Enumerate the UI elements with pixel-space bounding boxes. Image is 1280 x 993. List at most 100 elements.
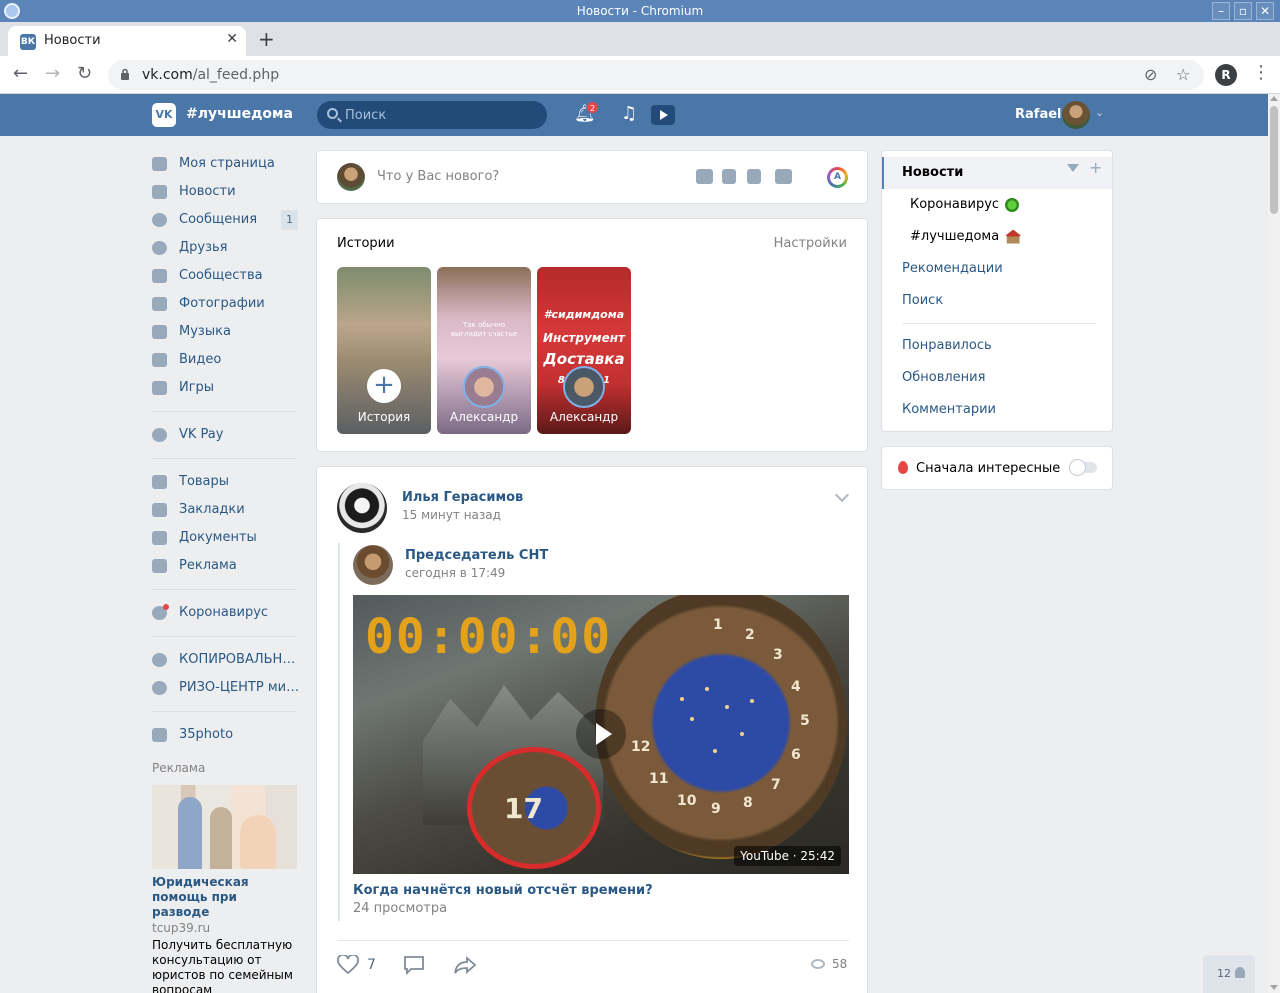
rmenu-item-label: Новости: [902, 165, 964, 180]
tab-close-icon[interactable]: ✕: [226, 31, 238, 47]
rmenu-item-updates[interactable]: Обновления: [882, 362, 1112, 394]
sidebar-item-label: Документы: [179, 530, 257, 545]
story-item[interactable]: #сидимдома Инструмент Доставка 89 021 Ал…: [537, 267, 631, 434]
scroll-down-arrow-icon[interactable]: [1270, 985, 1278, 990]
sidebar-item-video[interactable]: Видео: [150, 346, 302, 374]
rmenu-item-news[interactable]: Новости: [882, 157, 1112, 189]
back-icon[interactable]: ←: [13, 63, 28, 84]
sidebar-item-market[interactable]: Товары: [150, 468, 302, 496]
maximize-button[interactable]: ▫: [1234, 2, 1252, 20]
forward-icon[interactable]: →: [45, 63, 60, 84]
chat-count: 12: [1217, 967, 1231, 980]
briefcase-icon: [152, 728, 167, 742]
story-item[interactable]: + История: [337, 267, 431, 434]
play-video-icon[interactable]: [576, 709, 626, 759]
text-format-icon[interactable]: [775, 169, 792, 184]
header-avatar[interactable]: [1062, 101, 1090, 129]
translate-blocked-icon[interactable]: ⊘: [1144, 65, 1157, 84]
color-palette-icon[interactable]: A: [827, 167, 848, 188]
sidebar-item-communities[interactable]: Сообщества: [150, 262, 302, 290]
sidebar-item-app[interactable]: 35photo: [150, 721, 302, 749]
play-icon[interactable]: [651, 105, 675, 125]
heart-icon[interactable]: [337, 955, 359, 975]
post-author-avatar[interactable]: [337, 483, 387, 533]
camera-icon[interactable]: [696, 169, 713, 184]
header-user-name[interactable]: Rafael: [1015, 107, 1061, 122]
sidebar-item-label: Друзья: [179, 240, 228, 255]
reload-icon[interactable]: ↻: [77, 63, 92, 84]
rmenu-item-hashtag[interactable]: #лучшедома: [882, 221, 1112, 253]
add-story-icon[interactable]: +: [367, 369, 401, 403]
rmenu-item-search[interactable]: Поиск: [882, 285, 1112, 317]
comment-icon[interactable]: [403, 955, 425, 975]
add-icon[interactable]: +: [1089, 158, 1102, 177]
browser-tab[interactable]: ВК Новости ✕: [8, 26, 246, 56]
documents-icon: [152, 531, 167, 545]
sidebar-item-messages[interactable]: Сообщения 1: [150, 206, 302, 234]
ad-image[interactable]: [152, 785, 297, 869]
scroll-up-arrow-icon[interactable]: [1270, 96, 1278, 101]
sidebar-item-my-page[interactable]: Моя страница: [150, 150, 302, 178]
sidebar-item-ads[interactable]: Реклама: [150, 552, 302, 580]
share-icon[interactable]: [453, 955, 477, 975]
sidebar-item-vk-pay[interactable]: VK Pay: [150, 421, 302, 449]
composer-input[interactable]: Что у Вас нового?: [377, 169, 499, 184]
sidebar-item-photos[interactable]: Фотографии: [150, 290, 302, 318]
sidebar-item-documents[interactable]: Документы: [150, 524, 302, 552]
repost-author[interactable]: Председатель СНТ: [405, 548, 548, 563]
story-item[interactable]: Так обычно выглядит счастье Александр: [437, 267, 531, 434]
address-bar[interactable]: vk.com/al_feed.php ⊘ ☆: [108, 60, 1204, 90]
sidebar-item-label: Фотографии: [179, 296, 265, 311]
communities-icon: [152, 269, 167, 283]
post-author[interactable]: Илья Герасимов: [402, 490, 523, 505]
stories-block: Истории Настройки + История Так обычно в…: [316, 218, 868, 452]
sidebar-item-games[interactable]: Игры: [150, 374, 302, 402]
profile-avatar-button[interactable]: R: [1215, 64, 1237, 86]
filter-icon[interactable]: [1067, 164, 1079, 172]
rmenu-item-recommendations[interactable]: Рекомендации: [882, 253, 1112, 285]
rmenu-item-label: Рекомендации: [902, 261, 1003, 276]
sidebar-item-bookmarks[interactable]: Закладки: [150, 496, 302, 524]
close-window-button[interactable]: ✕: [1256, 2, 1274, 20]
bookmark-icon: [152, 503, 167, 517]
video-title[interactable]: Когда начнётся новый отсчёт времени?: [353, 883, 653, 898]
post-menu-chevron-icon[interactable]: [834, 487, 850, 503]
music-icon[interactable]: ♫: [621, 103, 637, 124]
rmenu-item-coronavirus[interactable]: Коронавирус: [882, 189, 1112, 221]
sidebar-item-friends[interactable]: Друзья: [150, 234, 302, 262]
minimize-button[interactable]: –: [1212, 2, 1230, 20]
sidebar-item-coronavirus[interactable]: Коронавирус: [150, 599, 302, 627]
post-time[interactable]: 15 минут назад: [402, 508, 501, 522]
browser-menu-icon[interactable]: ⋮: [1252, 62, 1270, 83]
interesting-first-toggle[interactable]: [1069, 459, 1097, 476]
video-icon[interactable]: [722, 169, 736, 184]
my-avatar[interactable]: [337, 163, 365, 191]
sidebar-item-music[interactable]: Музыка: [150, 318, 302, 346]
sidebar-item-group[interactable]: РИЗО-ЦЕНТР мини...: [150, 674, 302, 702]
vk-pay-icon: [152, 428, 167, 442]
new-tab-button[interactable]: +: [258, 27, 275, 51]
header-search[interactable]: [317, 101, 547, 129]
scrollbar-thumb[interactable]: [1270, 106, 1278, 214]
page-scrollbar[interactable]: [1268, 94, 1280, 993]
chevron-down-icon[interactable]: ⌄: [1095, 106, 1104, 119]
repost-time[interactable]: сегодня в 17:49: [405, 566, 505, 580]
chat-widget[interactable]: 12: [1203, 955, 1255, 993]
rmenu-item-comments[interactable]: Комментарии: [882, 394, 1112, 426]
repost-author-avatar[interactable]: [353, 545, 393, 585]
stories-settings-link[interactable]: Настройки: [774, 236, 847, 251]
video-player[interactable]: 00:00:00 1 2 3 4 5 6 7 8 9 10 11 12 17 Y…: [353, 595, 849, 874]
sidebar-item-news[interactable]: Новости: [150, 178, 302, 206]
rmenu-item-label: Комментарии: [902, 402, 996, 417]
sidebar-item-group[interactable]: КОПИРОВАЛЬНЫЙ...: [150, 646, 302, 674]
star-bookmark-icon[interactable]: ☆: [1176, 65, 1190, 84]
feed-post: Илья Герасимов 15 минут назад Председате…: [316, 466, 868, 993]
header-hashtag[interactable]: #лучшедома: [186, 106, 293, 122]
search-input[interactable]: [345, 101, 541, 129]
home-icon: [152, 157, 167, 171]
music-icon[interactable]: [747, 169, 761, 184]
ad-title[interactable]: Юридическая помощь при разводе: [152, 875, 297, 920]
vk-logo-icon[interactable]: VK: [152, 103, 176, 127]
sidebar-item-label: Моя страница: [179, 156, 275, 171]
rmenu-item-liked[interactable]: Понравилось: [882, 330, 1112, 362]
